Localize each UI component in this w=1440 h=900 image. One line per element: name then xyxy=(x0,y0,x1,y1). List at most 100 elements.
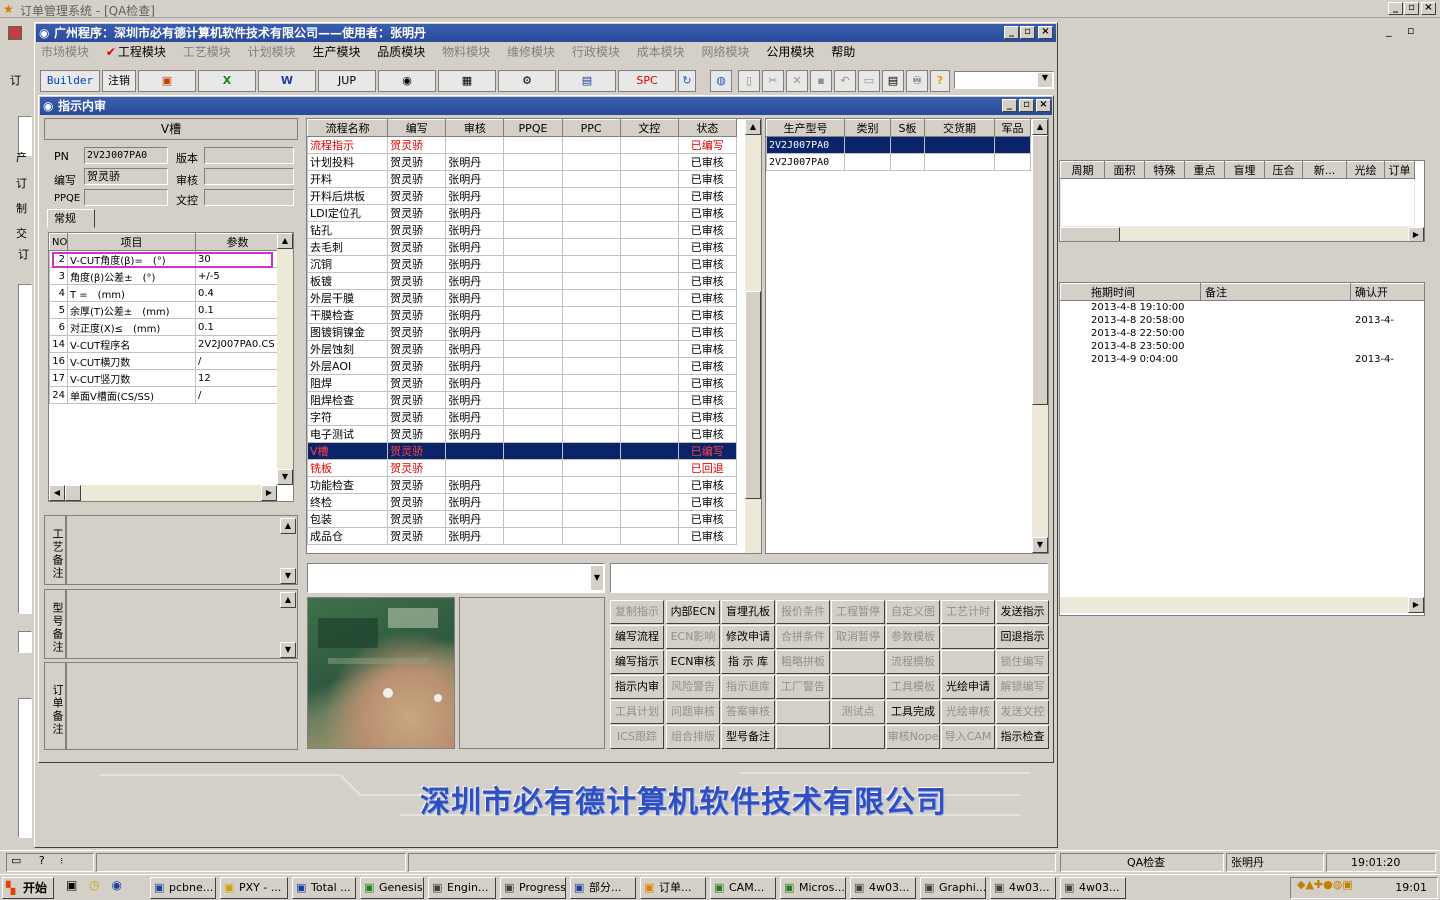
flow-cell[interactable] xyxy=(619,238,679,256)
menu-material[interactable]: 物料模块 xyxy=(442,45,490,59)
flow-cell[interactable]: 沉铜 xyxy=(307,255,389,273)
flow-cell[interactable] xyxy=(561,153,621,171)
outer-close-button[interactable]: × xyxy=(1421,2,1436,15)
help-icon[interactable]: ? xyxy=(930,70,950,92)
version-field[interactable] xyxy=(204,147,294,164)
flow-cell[interactable] xyxy=(503,408,563,426)
flow-cell[interactable]: 贺灵骄 xyxy=(387,374,447,392)
flow-row[interactable]: 开料 贺灵骄 张明丹 已审核 xyxy=(307,170,738,188)
scroll-down-icon[interactable]: ▼ xyxy=(277,469,293,485)
flow-cell[interactable]: 成品仓 xyxy=(307,527,389,545)
param-value[interactable]: / xyxy=(195,352,280,370)
action-button[interactable]: 指示检查 xyxy=(996,725,1049,749)
action-button[interactable]: 工艺计时 xyxy=(941,600,995,624)
model-row[interactable]: 2V2J007PA0 xyxy=(766,153,1031,171)
action-button[interactable]: 报价条件 xyxy=(776,600,830,624)
flow-cell[interactable]: 张明丹 xyxy=(445,476,505,494)
flow-cell[interactable]: 已审核 xyxy=(677,272,738,290)
param-no[interactable]: 14 xyxy=(49,335,68,353)
flow-cell[interactable] xyxy=(619,153,679,171)
scroll-thumb[interactable] xyxy=(1060,227,1120,241)
action-button[interactable]: 回退指示 xyxy=(996,625,1049,649)
menu-engineering[interactable]: 工程模块 xyxy=(118,45,166,59)
param-row[interactable]: 4T = (mm) 0.4 xyxy=(49,284,280,302)
flow-cell[interactable] xyxy=(561,323,621,341)
flow-cell[interactable] xyxy=(503,255,563,273)
taskbar-item[interactable]: ▣ 部分... xyxy=(570,877,636,899)
flow-col-3[interactable]: PPQE xyxy=(503,119,563,137)
flow-cell[interactable] xyxy=(445,442,505,460)
taskbar-item[interactable]: ▣ 订单... xyxy=(640,877,706,899)
flow-cell[interactable] xyxy=(561,425,621,443)
flow-cell[interactable]: 已编写 xyxy=(677,442,738,460)
menu-cost[interactable]: 成本模块 xyxy=(637,45,685,59)
flow-cell[interactable]: 贺灵骄 xyxy=(387,289,447,307)
flow-cell[interactable] xyxy=(503,289,563,307)
flow-cell[interactable] xyxy=(561,255,621,273)
flow-cell[interactable] xyxy=(619,459,679,477)
flow-cell[interactable]: 已审核 xyxy=(677,425,738,443)
excel-icon[interactable]: X xyxy=(198,70,256,92)
refresh-icon[interactable]: ↻ xyxy=(678,70,696,92)
model-cell[interactable] xyxy=(924,153,995,171)
browser-icon[interactable]: ◉ xyxy=(111,878,121,892)
flow-cell[interactable] xyxy=(503,493,563,511)
flow-combo[interactable]: ▼ xyxy=(307,563,605,593)
flow-cell[interactable]: 图镀铜镍金 xyxy=(307,323,389,341)
main-minimize-button[interactable]: _ xyxy=(1004,26,1019,39)
taskbar-item[interactable]: ▣ 4w03... xyxy=(1060,877,1126,899)
taskbar-item[interactable]: ▣ CAM... xyxy=(710,877,776,899)
flow-cell[interactable]: 贺灵骄 xyxy=(387,493,447,511)
flow-cell[interactable] xyxy=(503,340,563,358)
delay-cell[interactable] xyxy=(1200,339,1351,353)
save-icon[interactable]: ▪ xyxy=(810,70,832,92)
menu-plan[interactable]: 计划模块 xyxy=(248,45,296,59)
param-item[interactable]: 单面V槽面(CS/SS) xyxy=(67,386,196,404)
model-cell[interactable]: 2V2J007PA0 xyxy=(766,136,845,154)
param-no[interactable]: 3 xyxy=(49,267,68,285)
flow-cell[interactable] xyxy=(561,187,621,205)
flow-col-0[interactable]: 流程名称 xyxy=(307,119,389,137)
process-note-field[interactable]: ▲ ▼ xyxy=(66,515,298,585)
delay-row[interactable]: 2013-4-9 0:04:00 2013-4- xyxy=(1060,352,1424,366)
flow-cell[interactable]: 已审核 xyxy=(677,238,738,256)
flow-cell[interactable]: 张明丹 xyxy=(445,391,505,409)
flow-cell[interactable]: 已审核 xyxy=(677,170,738,188)
param-no[interactable]: 16 xyxy=(49,352,68,370)
mdi-minimize-button[interactable]: _ xyxy=(1386,24,1392,37)
param-value[interactable]: 0.1 xyxy=(195,318,280,336)
flow-cell[interactable] xyxy=(561,306,621,324)
flow-cell[interactable] xyxy=(503,153,563,171)
param-row[interactable]: 14 V-CUT程序名 2V2J007PA0.CS xyxy=(49,335,280,353)
cut-icon[interactable]: ✂ xyxy=(762,70,784,92)
flow-row[interactable]: 流程指示 贺灵骄 已编写 xyxy=(307,136,738,154)
flow-cell[interactable]: 已审核 xyxy=(677,476,738,494)
spc-button[interactable]: SPC xyxy=(618,70,676,92)
flow-cell[interactable]: 贺灵骄 xyxy=(387,425,447,443)
param-no[interactable]: 6 xyxy=(49,318,68,336)
scroll-down-icon[interactable]: ▼ xyxy=(1032,537,1048,553)
flow-row[interactable]: 去毛刺 贺灵骄 张明丹 已审核 xyxy=(307,238,738,256)
help-icon[interactable]: ? xyxy=(39,854,45,867)
flow-cell[interactable]: 贺灵骄 xyxy=(387,187,447,205)
flow-row[interactable]: 电子测试 贺灵骄 张明丹 已审核 xyxy=(307,425,738,443)
binoculars-icon[interactable]: ♾ xyxy=(906,70,928,92)
flow-row[interactable]: 铣板 贺灵骄 已回退 xyxy=(307,459,738,477)
flow-cell[interactable]: 已审核 xyxy=(677,510,738,528)
flow-cell[interactable]: 贺灵骄 xyxy=(387,272,447,290)
menu-admin[interactable]: 行政模块 xyxy=(572,45,620,59)
action-button[interactable]: ICS跟踪 xyxy=(610,725,664,749)
flow-cell[interactable]: 贺灵骄 xyxy=(387,527,447,545)
tab-general[interactable]: 常规 xyxy=(47,209,95,228)
taskbar-item[interactable]: ▣ Graphi... xyxy=(920,877,986,899)
model-row[interactable]: 2V2J007PA0 xyxy=(766,136,1031,154)
action-button[interactable]: 编写指示 xyxy=(610,650,664,674)
model-note-field[interactable]: ▲ ▼ xyxy=(66,589,298,659)
order-col[interactable]: 压合 xyxy=(1264,161,1303,179)
param-value[interactable]: 0.4 xyxy=(195,284,280,302)
flow-cell[interactable]: 张明丹 xyxy=(445,153,505,171)
flow-cell[interactable]: 贺灵骄 xyxy=(387,323,447,341)
scroll-up-icon[interactable]: ▲ xyxy=(280,518,296,534)
toolbar-icon[interactable] xyxy=(8,26,22,40)
flow-cell[interactable]: 贺灵骄 xyxy=(387,136,447,154)
